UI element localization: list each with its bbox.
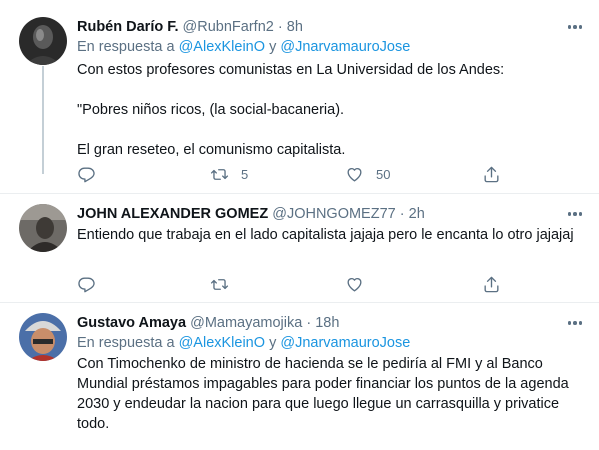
mention-link[interactable]: @AlexKleinO (179, 39, 265, 55)
tweet-text-line: Con Timochenko de ministro de hacienda s… (77, 356, 569, 432)
avatar[interactable] (19, 313, 67, 361)
user-handle[interactable]: @Mamayamojika (190, 315, 302, 331)
more-icon[interactable] (563, 313, 587, 333)
tweet-header: Rubén Darío F. @RubnFarfn2 · 8h (77, 17, 303, 37)
mention-link[interactable]: @JnarvamauroJose (280, 335, 410, 351)
tweet-text-line: "Pobres niños ricos, (la social-bacaneri… (77, 102, 345, 118)
reply-button[interactable] (77, 274, 96, 294)
user-handle[interactable]: @JOHNGOMEZ77 (272, 206, 395, 222)
avatar[interactable] (19, 204, 67, 252)
reply-prefix: En respuesta a (77, 39, 175, 55)
tweet-header: JOHN ALEXANDER GOMEZ @JOHNGOMEZ77 · 2h (77, 204, 425, 224)
tweet-text-line: El gran reseteo, el comunismo capitalist… (77, 142, 346, 158)
timestamp[interactable]: 8h (287, 19, 303, 35)
retweet-icon (210, 168, 229, 180)
separator-dot: · (277, 19, 283, 35)
retweet-icon (210, 278, 229, 290)
action-bar: 5 50 (77, 164, 507, 184)
more-icon[interactable] (563, 204, 587, 224)
more-icon[interactable] (563, 17, 587, 37)
retweet-count: 5 (241, 166, 249, 182)
separator-dot: · (306, 315, 312, 331)
tweet-text-line: Entiendo que trabaja en el lado capitali… (77, 227, 574, 243)
share-icon (484, 276, 499, 292)
tweet-text: Con estos profesores comunistas en La Un… (77, 60, 587, 160)
mention-link[interactable]: @JnarvamauroJose (280, 39, 410, 55)
reply-context: En respuesta a @AlexKleinO y @Jnarvamaur… (77, 37, 410, 57)
tweet-1[interactable]: Rubén Darío F. @RubnFarfn2 · 8h En respu… (0, 17, 599, 187)
reply-joiner: y (269, 335, 277, 351)
display-name[interactable]: Gustavo Amaya (77, 315, 186, 331)
tweet-text: Entiendo que trabaja en el lado capitali… (77, 225, 587, 245)
heart-icon (347, 167, 362, 182)
separator-dot: · (399, 206, 405, 222)
like-button[interactable]: 50 (345, 164, 390, 184)
share-button[interactable] (482, 274, 501, 294)
reply-icon (78, 166, 95, 182)
tweet-header: Gustavo Amaya @Mamayamojika · 18h (77, 313, 339, 333)
action-bar (77, 274, 507, 294)
tweet-separator (0, 302, 599, 303)
reply-context: En respuesta a @AlexKleinO y @Jnarvamaur… (77, 333, 410, 353)
mention-link[interactable]: @AlexKleinO (179, 335, 265, 351)
reply-prefix: En respuesta a (77, 335, 175, 351)
heart-icon (347, 277, 362, 292)
retweet-button[interactable] (210, 274, 241, 294)
reply-icon (78, 276, 95, 292)
reply-joiner: y (269, 39, 277, 55)
display-name[interactable]: Rubén Darío F. (77, 19, 179, 35)
display-name[interactable]: JOHN ALEXANDER GOMEZ (77, 206, 268, 222)
like-button[interactable] (345, 274, 376, 294)
retweet-button[interactable]: 5 (210, 164, 248, 184)
timestamp[interactable]: 2h (409, 206, 425, 222)
share-icon (484, 166, 499, 182)
like-count: 50 (376, 166, 391, 182)
user-handle[interactable]: @RubnFarfn2 (183, 19, 274, 35)
timestamp[interactable]: 18h (315, 315, 339, 331)
tweet-3[interactable]: Gustavo Amaya @Mamayamojika · 18h En res… (0, 313, 599, 450)
tweet-text: Con Timochenko de ministro de hacienda s… (77, 354, 587, 434)
timeline: Rubén Darío F. @RubnFarfn2 · 8h En respu… (0, 0, 599, 450)
avatar[interactable] (19, 17, 67, 65)
tweet-text-line: Con estos profesores comunistas en La Un… (77, 62, 505, 78)
tweet-2[interactable]: JOHN ALEXANDER GOMEZ @JOHNGOMEZ77 · 2h E… (0, 204, 599, 294)
tweet-separator (0, 193, 599, 194)
reply-button[interactable] (77, 164, 96, 184)
share-button[interactable] (482, 164, 501, 184)
